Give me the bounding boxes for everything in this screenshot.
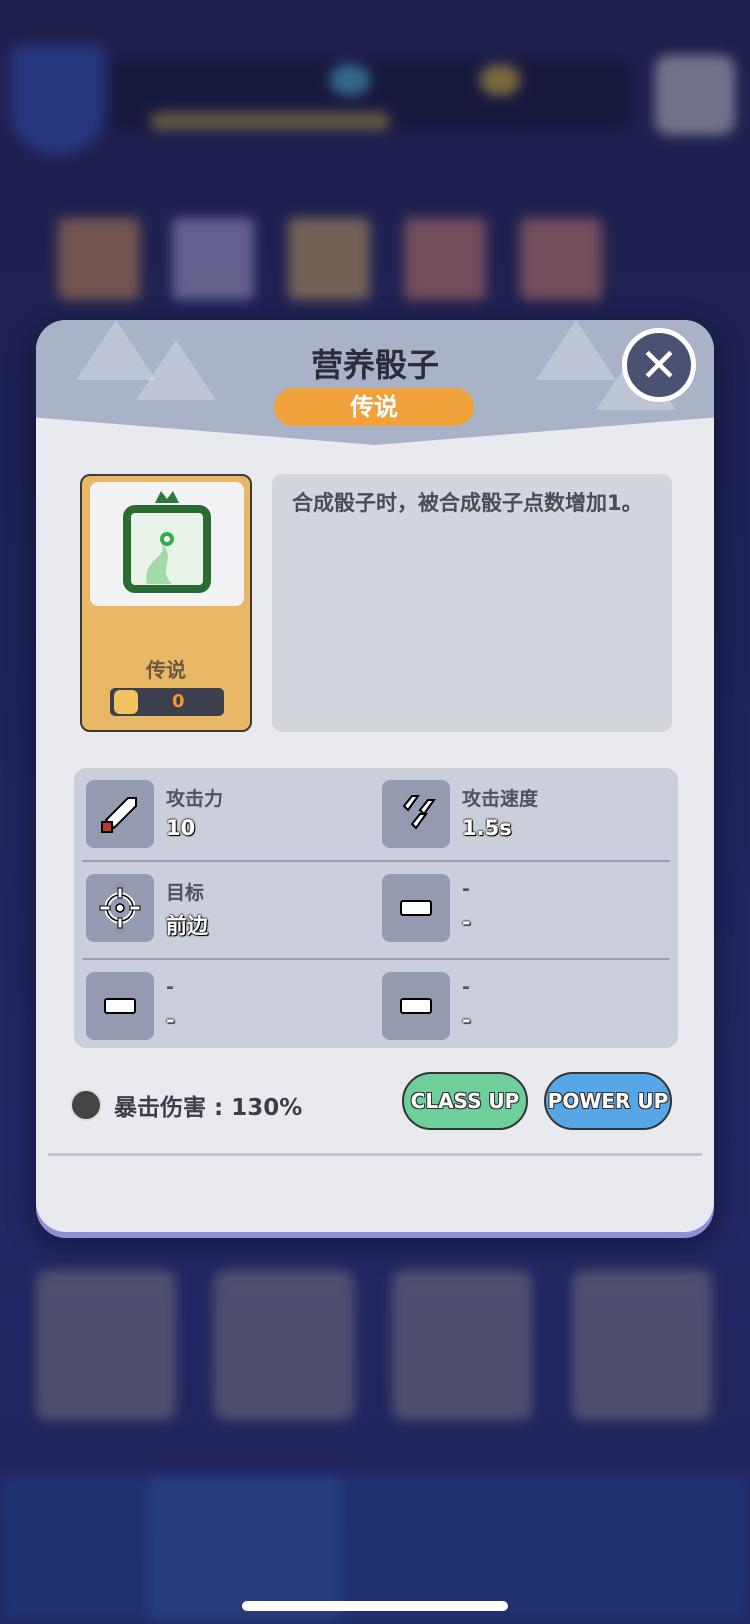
stat-attack: 攻击力 10 — [86, 780, 366, 850]
modal-divider — [48, 1153, 702, 1156]
description-box: 合成骰子时，被合成骰子点数增加1。 — [272, 474, 672, 732]
crit-damage-text: 暴击伤害 : 130% — [114, 1095, 303, 1121]
stat-label: - — [462, 976, 470, 998]
modal-title: 营养骰子 — [310, 346, 439, 384]
dice-card: 传说 0 — [80, 474, 252, 732]
dice-rarity-label: 传说 — [146, 658, 186, 682]
crit-icon — [70, 1089, 102, 1121]
stat-value: - — [462, 1008, 471, 1032]
close-button[interactable]: ✕ — [622, 328, 696, 402]
stat-empty: - - — [382, 874, 662, 944]
sword-icon — [86, 780, 154, 848]
stats-divider — [82, 860, 670, 862]
stat-label: - — [462, 878, 470, 900]
stat-value: 10 — [166, 816, 196, 840]
stat-target: 目标 前边 — [86, 874, 366, 944]
stat-empty: - - — [86, 972, 366, 1042]
stat-label: 目标 — [166, 882, 205, 904]
dice-count-icon — [114, 690, 138, 714]
stat-value: 前边 — [166, 914, 208, 938]
triple-sword-icon — [382, 780, 450, 848]
dice-info-modal: 营养骰子 传说 ✕ 传说 0 合成骰子时，被合成骰子点数增加1。 攻击力 10 … — [36, 320, 714, 1232]
power-up-button[interactable]: POWER UP — [544, 1072, 672, 1130]
class-up-button[interactable]: CLASS UP — [402, 1072, 528, 1130]
dash-icon — [382, 972, 450, 1040]
stat-empty: - - — [382, 972, 662, 1042]
dice-image — [90, 482, 244, 606]
close-icon: ✕ — [639, 338, 679, 392]
crosshair-icon — [86, 874, 154, 942]
stat-label: 攻击力 — [166, 788, 224, 810]
rarity-badge: 传说 — [274, 388, 474, 426]
dash-icon — [86, 972, 154, 1040]
stat-value: - — [166, 1008, 175, 1032]
dash-icon — [382, 874, 450, 942]
stat-label: - — [166, 976, 174, 998]
home-indicator[interactable] — [242, 1601, 508, 1611]
stat-value: - — [462, 910, 471, 934]
stat-value: 1.5s — [462, 816, 512, 840]
stats-divider — [82, 958, 670, 960]
green-dragon-dice-icon — [123, 491, 211, 593]
description-text: 合成骰子时，被合成骰子点数增加1。 — [292, 491, 643, 515]
stats-panel: 攻击力 10 攻击速度 1.5s 目标 前边 - - - - - - — [74, 768, 678, 1048]
dice-count-value: 0 — [172, 691, 185, 712]
crit-damage: 暴击伤害 : 130% — [70, 1088, 302, 1122]
stat-attack-speed: 攻击速度 1.5s — [382, 780, 662, 850]
stat-label: 攻击速度 — [462, 788, 539, 810]
dice-count-bar: 0 — [110, 688, 224, 716]
